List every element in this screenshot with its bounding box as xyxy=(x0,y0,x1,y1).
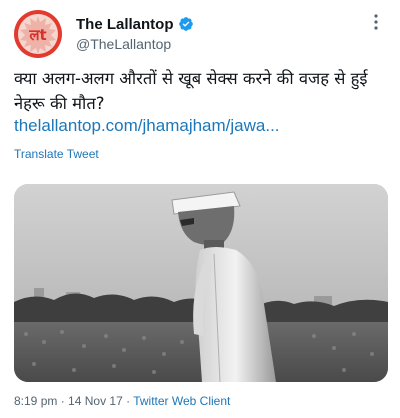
nehru-photo-illustration xyxy=(14,184,388,382)
tweet-time[interactable]: 8:19 pm xyxy=(14,394,57,408)
lallantop-logo-icon: लt xyxy=(20,16,56,54)
author-info: The Lallantop @TheLallantop xyxy=(76,14,194,52)
avatar-logo: लt xyxy=(18,14,58,54)
separator: · xyxy=(60,394,65,408)
verified-badge-icon xyxy=(178,17,193,31)
handle[interactable]: @TheLallantop xyxy=(76,36,194,52)
tweet-date[interactable]: 14 Nov 17 xyxy=(68,394,123,408)
tweet-link[interactable]: thelallantop.com/jhamajham/jawa... xyxy=(14,116,280,136)
tweet-metadata: 8:19 pm · 14 Nov 17 · Twitter Web Client xyxy=(14,394,230,408)
avatar[interactable]: लt xyxy=(14,10,62,58)
tweet-text: क्या अलग-अलग औरतों से खूब सेक्स करने की … xyxy=(14,66,392,116)
tweet-text-line: नेहरू की मौत? xyxy=(14,94,105,113)
tweet-media-photo[interactable] xyxy=(14,184,388,382)
translate-tweet-link[interactable]: Translate Tweet xyxy=(14,147,99,161)
tweet-client[interactable]: Twitter Web Client xyxy=(133,394,230,408)
more-options-icon[interactable] xyxy=(366,12,386,32)
svg-text:लt: लt xyxy=(28,26,46,44)
separator: · xyxy=(126,394,131,408)
tweet-text-line: क्या अलग-अलग औरतों से खूब सेक्स करने की … xyxy=(14,69,368,88)
tweet-header: लt The Lallantop @TheLallantop xyxy=(14,10,386,58)
display-name[interactable]: The Lallantop xyxy=(76,16,174,33)
